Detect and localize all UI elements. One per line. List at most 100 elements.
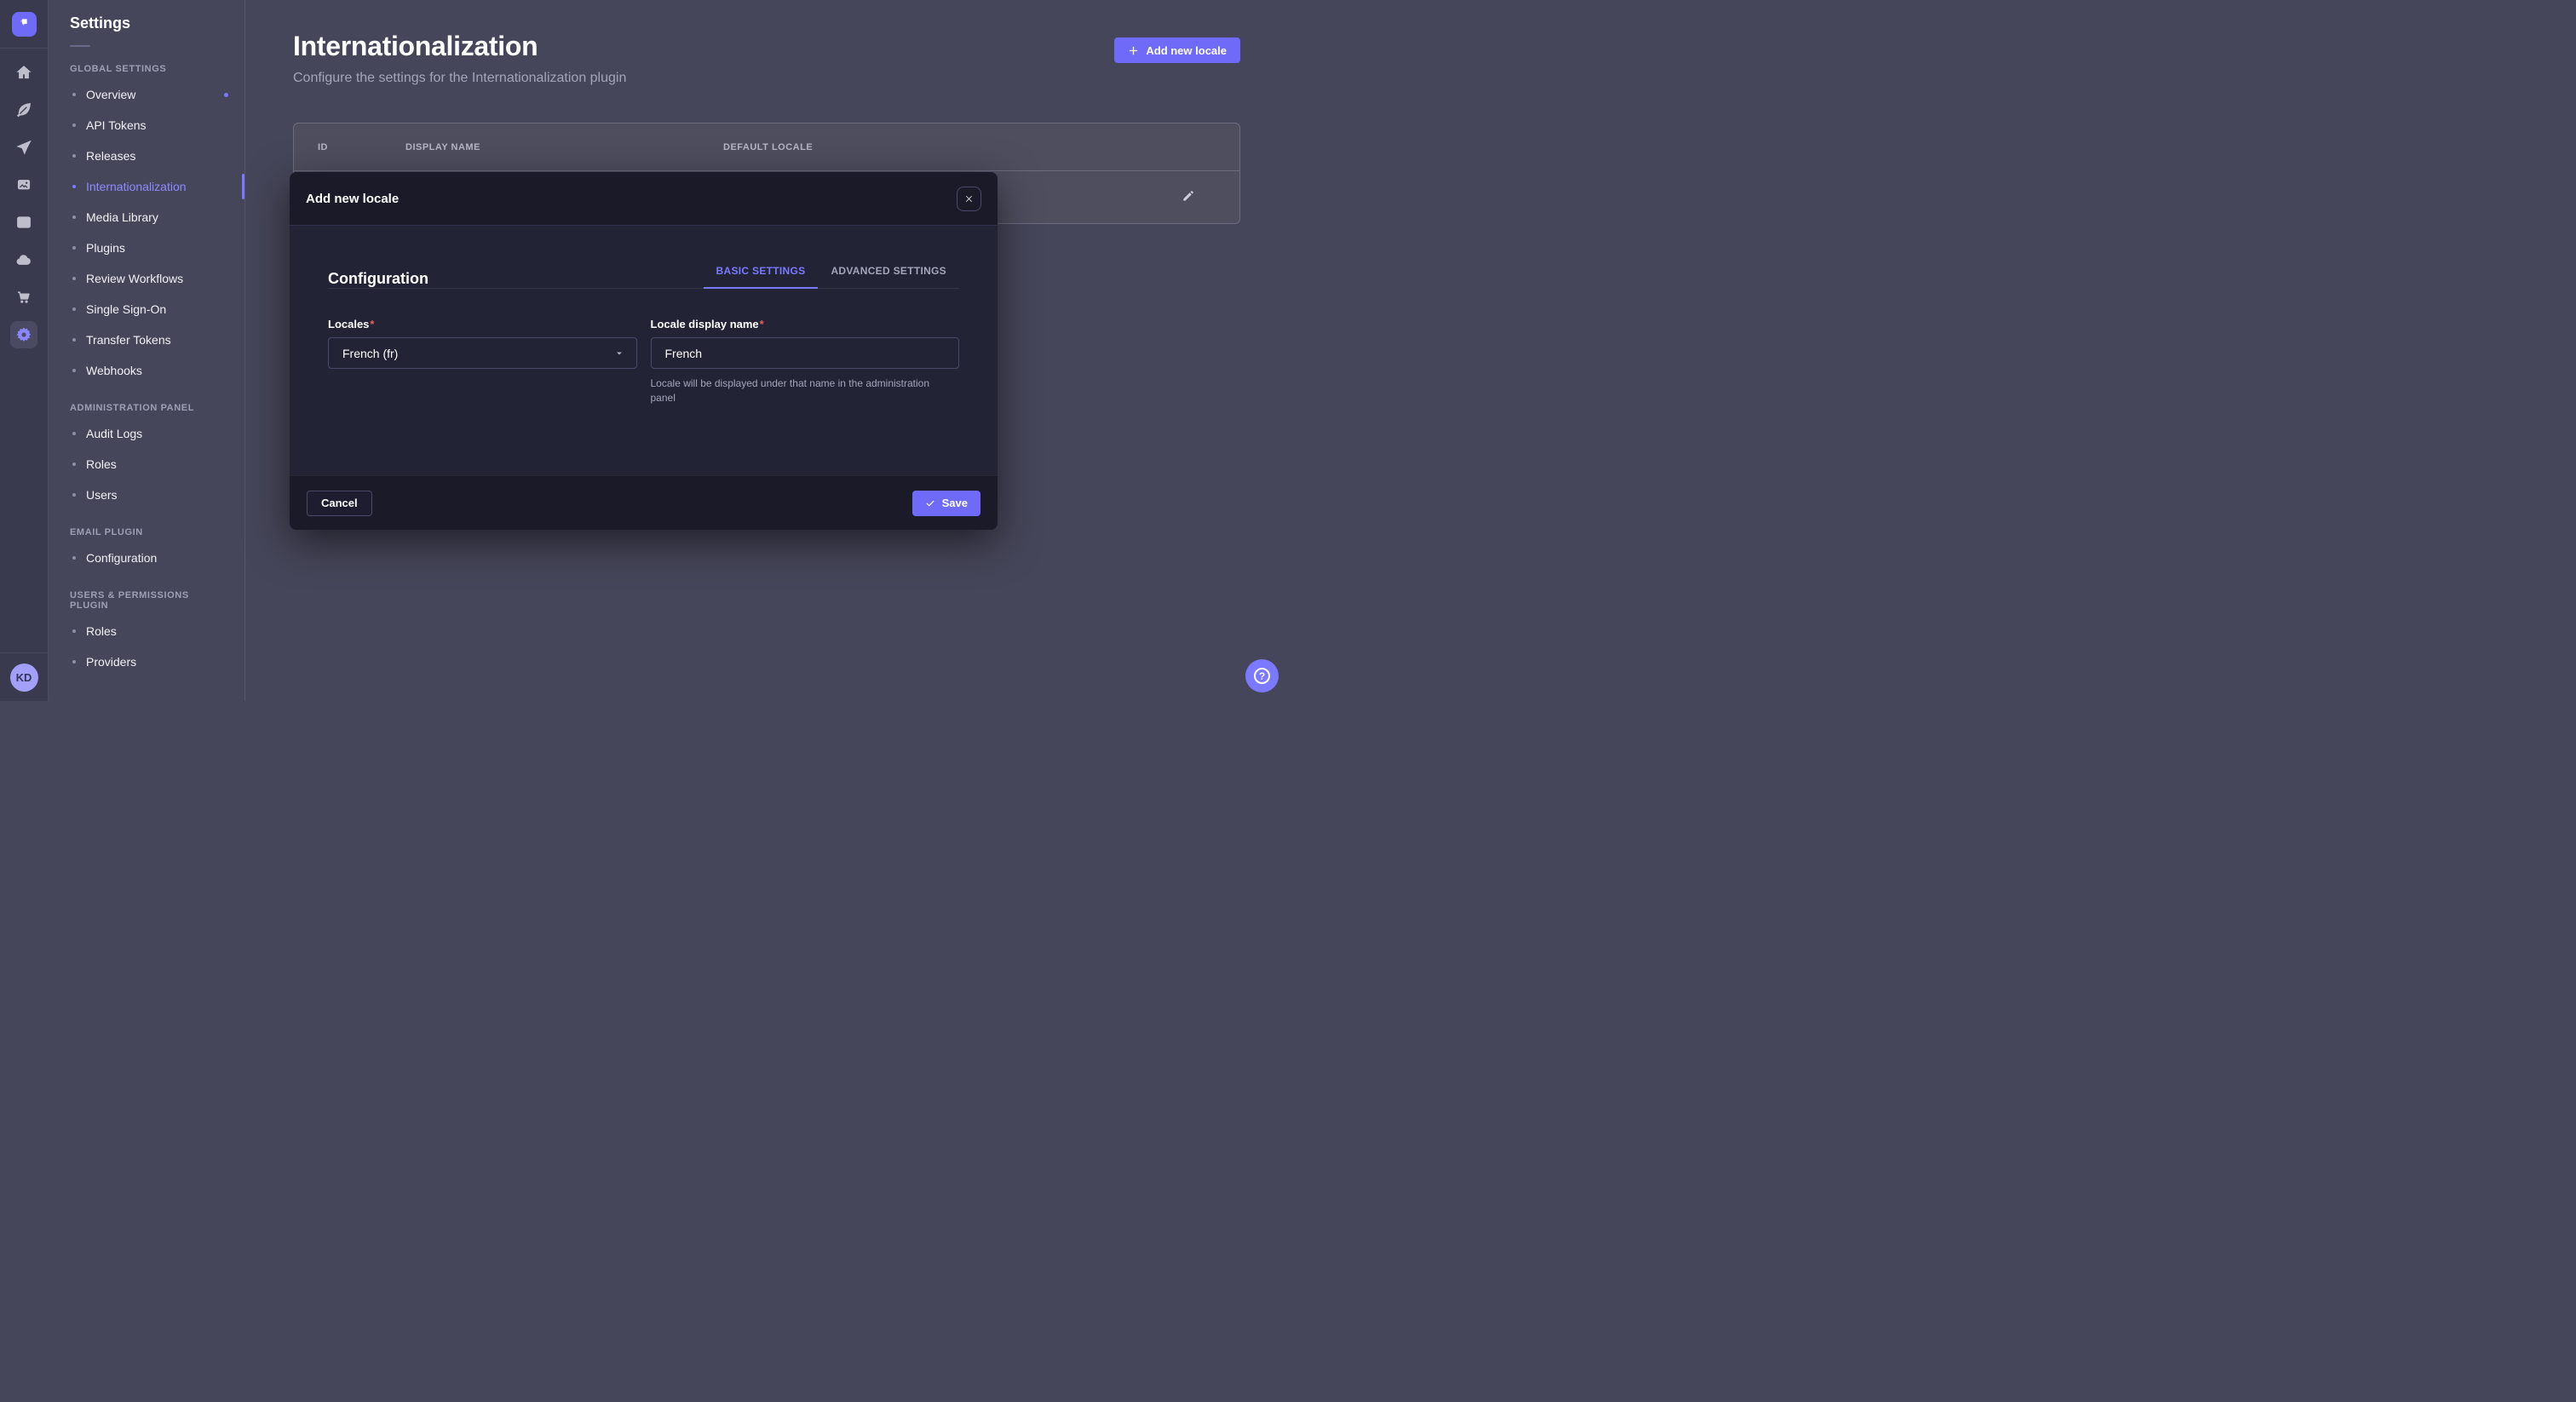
sidebar-item-transfer-tokens[interactable]: Transfer Tokens	[49, 325, 244, 355]
display-name-field: Locale display name* Locale will be disp…	[651, 318, 960, 406]
paper-plane-icon	[15, 139, 32, 156]
bullet-icon	[72, 124, 76, 127]
save-label: Save	[942, 497, 968, 509]
edit-locale-button[interactable]	[1178, 186, 1199, 209]
tab-advanced-settings[interactable]: ADVANCED SETTINGS	[818, 265, 959, 288]
bullet-icon	[72, 307, 76, 311]
page-subtitle: Configure the settings for the Internati…	[293, 71, 626, 86]
cancel-button[interactable]: Cancel	[307, 491, 372, 516]
bullet-icon	[72, 215, 76, 219]
add-locale-modal: Add new locale Configuration BASIC SETTI…	[290, 172, 998, 530]
sidebar-item-overview[interactable]: Overview	[49, 79, 244, 110]
help-button[interactable]: ?	[1245, 659, 1279, 692]
sidebar-item-label: Audit Logs	[86, 427, 142, 440]
icon-rail: KD	[0, 0, 49, 701]
sidebar-item-roles[interactable]: Roles	[49, 616, 244, 646]
modal-title: Add new locale	[306, 192, 399, 206]
sidebar-item-label: Media Library	[86, 210, 158, 224]
sidebar-item-users[interactable]: Users	[49, 480, 244, 510]
cloud-icon	[15, 251, 32, 268]
section-label: EMAIL PLUGIN	[70, 527, 223, 537]
sidebar-item-media-library[interactable]: Media Library	[49, 202, 244, 233]
strapi-logo-icon	[17, 15, 31, 33]
rail-item-gear[interactable]	[10, 321, 37, 348]
check-icon	[925, 498, 935, 509]
locales-select-value: French (fr)	[342, 347, 398, 360]
media-icon	[15, 176, 32, 193]
required-asterisk: *	[370, 318, 374, 330]
tabs-divider	[328, 288, 959, 289]
sidebar-item-label: Configuration	[86, 551, 157, 565]
section-label: ADMINISTRATION PANEL	[70, 403, 223, 413]
sidebar-item-audit-logs[interactable]: Audit Logs	[49, 418, 244, 449]
sidebar-item-internationalization[interactable]: Internationalization	[49, 171, 244, 202]
bullet-icon	[72, 369, 76, 372]
sidebar-item-label: Users	[86, 488, 118, 502]
rail-bottom: KD	[0, 652, 48, 701]
sidebar-item-label: Internationalization	[86, 180, 187, 193]
save-button[interactable]: Save	[912, 491, 980, 516]
required-asterisk: *	[760, 318, 764, 330]
sidebar-title: Settings	[70, 14, 244, 32]
section-label: GLOBAL SETTINGS	[70, 64, 223, 74]
locales-table-header: IDDISPLAY NAMEDEFAULT LOCALE	[294, 124, 1239, 171]
display-name-input[interactable]	[651, 337, 960, 369]
sidebar-item-label: Overview	[86, 88, 135, 101]
display-name-label: Locale display name*	[651, 318, 960, 330]
rail-nav	[10, 59, 37, 348]
add-new-locale-button[interactable]: Add new locale	[1114, 37, 1240, 63]
rail-item-feather[interactable]	[10, 96, 37, 124]
bullet-icon	[72, 93, 76, 96]
sidebar-item-roles[interactable]: Roles	[49, 449, 244, 480]
sidebar-item-plugins[interactable]: Plugins	[49, 233, 244, 263]
rail-item-paper-plane[interactable]	[10, 134, 37, 161]
close-icon	[964, 194, 974, 204]
rail-item-layout[interactable]	[10, 209, 37, 236]
modal-header: Add new locale	[290, 172, 998, 226]
bullet-icon	[72, 463, 76, 466]
strapi-logo[interactable]	[12, 12, 37, 37]
rail-item-cart[interactable]	[10, 284, 37, 311]
avatar[interactable]: KD	[10, 664, 38, 692]
sidebar-item-review-workflows[interactable]: Review Workflows	[49, 263, 244, 294]
gear-icon	[15, 326, 32, 343]
sidebar-item-releases[interactable]: Releases	[49, 141, 244, 171]
plus-icon	[1128, 45, 1139, 56]
sidebar-item-label: Providers	[86, 655, 136, 669]
sidebar-item-providers[interactable]: Providers	[49, 646, 244, 677]
modal-footer: Cancel Save	[290, 475, 998, 530]
title-divider	[70, 45, 90, 47]
layout-icon	[15, 214, 32, 231]
sidebar-item-label: Single Sign-On	[86, 302, 166, 316]
sidebar-item-single-sign-on[interactable]: Single Sign-On	[49, 294, 244, 325]
sidebar-item-api-tokens[interactable]: API Tokens	[49, 110, 244, 141]
table-header-id: ID	[294, 142, 382, 152]
sidebar-item-label: Plugins	[86, 241, 125, 255]
sidebar-item-label: Webhooks	[86, 364, 142, 377]
rail-item-media[interactable]	[10, 171, 37, 198]
chevron-down-icon	[614, 348, 624, 359]
configuration-heading: Configuration	[328, 270, 428, 288]
bullet-icon	[72, 493, 76, 497]
sidebar-item-webhooks[interactable]: Webhooks	[49, 355, 244, 386]
help-icon: ?	[1254, 668, 1270, 684]
display-name-helper: Locale will be displayed under that name…	[651, 376, 957, 406]
close-modal-button[interactable]	[957, 187, 981, 211]
rail-item-home[interactable]	[10, 59, 37, 86]
bullet-icon	[72, 154, 76, 158]
sidebar-item-label: Releases	[86, 149, 135, 163]
bullet-icon	[72, 556, 76, 560]
bullet-icon	[72, 185, 76, 188]
rail-item-cloud[interactable]	[10, 246, 37, 273]
sidebar-item-label: API Tokens	[86, 118, 147, 132]
locales-select[interactable]: French (fr)	[328, 337, 637, 369]
tab-basic-settings[interactable]: BASIC SETTINGS	[704, 265, 819, 288]
page-title: Internationalization	[293, 31, 626, 62]
bullet-icon	[72, 432, 76, 435]
notification-dot	[224, 93, 228, 97]
cart-icon	[15, 289, 32, 306]
sidebar-item-configuration[interactable]: Configuration	[49, 543, 244, 573]
bullet-icon	[72, 277, 76, 280]
section-label: USERS & PERMISSIONS PLUGIN	[70, 590, 223, 611]
add-new-locale-label: Add new locale	[1146, 44, 1227, 57]
